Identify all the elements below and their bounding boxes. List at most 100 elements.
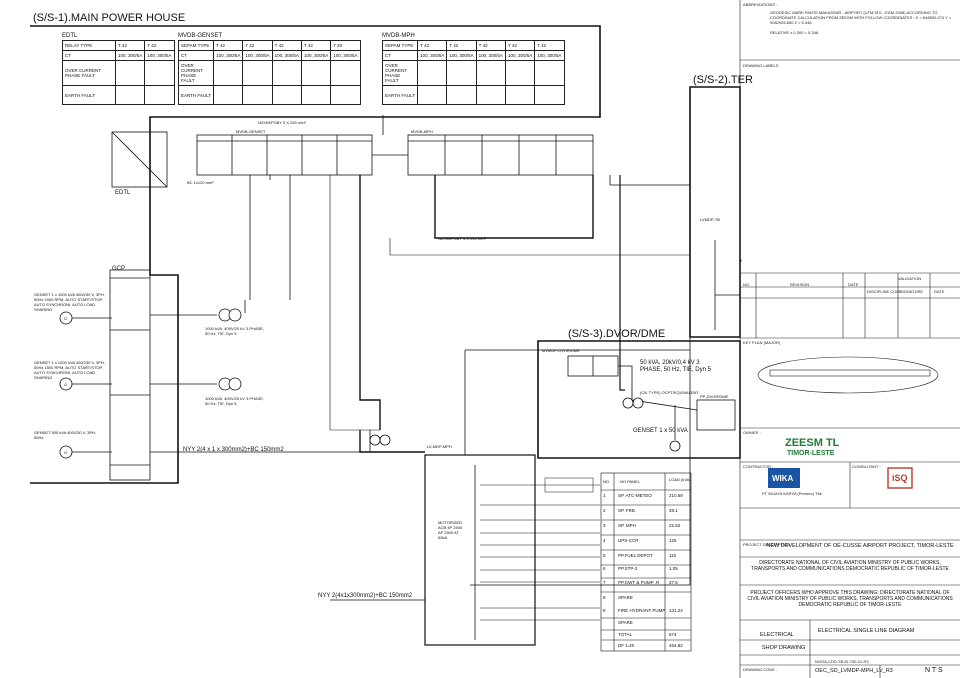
lv-mdp-mph-title: LV-MDP-MPH — [427, 444, 452, 449]
load-row-no: 9 — [603, 608, 606, 613]
section-title-dvor-dme: (S/S-3).DVOR/DME — [568, 328, 666, 340]
transformer-3-secondary — [379, 434, 391, 446]
earth-fault-label: EARTH FAULT — [381, 85, 419, 105]
generator-1-letter: G — [64, 316, 68, 321]
load-row-no: 7 — [603, 580, 606, 585]
section-title-main-power-house: (S/S-1).MAIN POWER HOUSE — [33, 12, 186, 24]
generator-2-letter: G — [64, 382, 68, 387]
edtl-label: EDTL — [115, 190, 131, 196]
revision-date-header: DATE — [848, 282, 859, 287]
load-row-panel: SP. ATC-METEO — [618, 493, 652, 498]
drawing-phase: SHOP DRAWING — [762, 645, 806, 651]
key-plan-label: KEY PLAN (MAJOR) — [743, 340, 781, 345]
revision-header: REVISION — [790, 282, 810, 287]
load-row-no: 4 — [603, 538, 606, 543]
transformer-3-primary — [369, 434, 381, 446]
transformer-dvor-desc: 50 kVA, 20kV/0,4 kV 3 PHASE, 50 Hz, TIE,… — [640, 360, 711, 373]
validation-header: VALIDATION — [898, 276, 922, 281]
mvdb-genset-panel-title: MVDB-GENSET — [236, 129, 266, 134]
load-row-panel: SPARE — [618, 595, 633, 600]
drawing-title: ELECTRICAL SINGLE LINE DIAGRAM — [818, 628, 915, 634]
ct-value: 100, 300/5A — [213, 50, 244, 61]
genset-3-desc: GENSET 500 kVA 400/230 V, 3PH, 50Hz — [34, 430, 97, 440]
section-title-terminal: (S/S-2).TER — [693, 74, 753, 86]
ct-value: 100, 300/5A — [271, 50, 302, 61]
relay-type-label: RELAY TYPE — [62, 40, 116, 51]
over-current-label: OVER CURRENT PHASE FAULT — [62, 60, 116, 86]
mvdb-genset-table-title: MVDB-GENSET — [178, 33, 223, 39]
sepam-col: T 42 — [446, 40, 477, 51]
bc-label: BC 1x120 mm² — [187, 180, 214, 185]
load-row-load: 37.5 — [669, 580, 678, 585]
sepam-type-label: SEPAM TYPE — [381, 40, 419, 51]
transformer-dvor-primary — [622, 397, 634, 409]
generator-dvor-symbol — [669, 440, 681, 452]
load-table-header-load: LOAD (kVA) — [669, 477, 691, 482]
discipline-value: ELECTRICAL — [760, 632, 794, 638]
load-row-panel: PP.GWT & PUMP .R — [618, 580, 660, 585]
sepam-col: T 42 — [300, 40, 332, 51]
ct-value: 100, 300/5A — [144, 50, 175, 61]
notes-heading: ABBREVIATIONS : — [743, 2, 778, 7]
nyy-main-label: NYY 2(4 x 1 x 300mm2)+BC 150mm2 — [183, 447, 284, 453]
cable-label-1: N2XSEFGBY 3 X 240 mm² — [258, 120, 306, 125]
sepam-col: T 42 — [534, 40, 565, 51]
load-row-no: 6 — [603, 566, 606, 571]
transformer-2-desc: 1000 kVA, 400V/20 kV 3 PHASE, 50 Hz, TIE… — [205, 396, 265, 406]
generator-3-letter: G — [64, 450, 68, 455]
load-row-no: 8 — [603, 595, 606, 600]
ct-value: 100, 300/5A — [417, 50, 448, 61]
note-geodesic: GEODESIC MARK PANTE MAKASSAR - AIRPORT (… — [770, 10, 952, 25]
transformer-1-secondary — [228, 308, 242, 322]
over-current-label: OVER CURRENT PHASE FAULT — [381, 60, 419, 86]
discipline-code-header: DISCIPLINE CODE — [867, 289, 902, 294]
mvdb-mph-panel-title: MVDB-MPH — [411, 129, 433, 134]
sepam-col: T 42 — [417, 40, 448, 51]
load-row-panel: UPS-CCR — [618, 538, 639, 543]
load-row-panel: PP.STP-3 — [618, 566, 638, 571]
edtl-relay-table: RELAY TYPE T 42 T 42 CT 100, 300/5A 100, 300… — [62, 40, 175, 105]
consultant-label: CONSULTANT : — [852, 464, 881, 469]
ct-label: CT — [177, 50, 215, 61]
sepam-col: T 42 — [271, 40, 302, 51]
ct-value: 100, 300/5A — [446, 50, 477, 61]
load-row-load: 210.59 — [669, 493, 683, 498]
ct-value: 100, 300/5A — [330, 50, 361, 61]
ct-value: 100, 300/5A — [300, 50, 332, 61]
ct-value: 100, 300/5A — [504, 50, 536, 61]
zeesm-logo-text: ZEESM TL — [785, 437, 840, 449]
load-table-header-no: NO. — [603, 479, 611, 484]
transformer-1-desc: 1000 kVA, 400V/20 kV 3 PHASE, 50 Hz, TIE… — [205, 326, 265, 336]
drawing-labels: DRAWING LABELS — [743, 63, 779, 68]
ct-value: 100, 300/5A — [475, 50, 506, 61]
sepam-col: T 42 — [242, 40, 273, 51]
ct-label: CT — [381, 50, 419, 61]
lv-mdp-mph-panel — [424, 454, 536, 646]
ct-value: 100, 300/5A — [242, 50, 273, 61]
genset-2-desc: GENSET 1 x 1000 kVA 400/230 V, 3PH, 50Hz… — [34, 360, 105, 380]
load-row-no: 2 — [603, 508, 606, 513]
sepam-col: T 42 — [475, 40, 506, 51]
load-row-no: 1 — [603, 493, 606, 498]
lvmdp-tb-title: LVMDP-TB — [700, 217, 720, 222]
gcp-label: GCP — [112, 266, 126, 272]
load-row-load: 1.05 — [669, 566, 678, 571]
revision-no-header: NO. — [743, 282, 751, 287]
sepam-type-label: SEPAM TYPE — [177, 40, 215, 51]
transformer-2-secondary — [228, 377, 242, 391]
timor-logo-text: TIMOR-LESTE — [787, 450, 835, 457]
load-row-panel: FIRE HYDRANT PUMP — [618, 608, 666, 613]
contractor-label: CONTRACTOR : — [743, 464, 774, 469]
relay-col: T 42 — [144, 40, 175, 51]
cable-label-2: N2XSEFGBY 3 X 240 mm² — [438, 236, 486, 241]
transformer-dvor-type: (OIL TYPE) OCPT/EQUIVALENT — [640, 390, 699, 395]
validation-date-header: DATE — [934, 289, 945, 294]
wika-logo-text: WIKA — [772, 474, 794, 483]
mvdb-mph-relay-table: SEPAM TYPE T 42 T 42 T 42 T 42 T 42 CT 100, 30… — [381, 40, 565, 105]
load-row-load: 125 — [669, 538, 677, 543]
load-row-load: 131.24 — [669, 608, 683, 613]
signature-header: SIGNATURE — [900, 289, 924, 294]
relay-col: T 42 — [114, 40, 146, 51]
load-row-load: 22.52 — [669, 523, 681, 528]
note-relative: RELATIVE ± 0.300 = 5.346 — [770, 30, 819, 35]
